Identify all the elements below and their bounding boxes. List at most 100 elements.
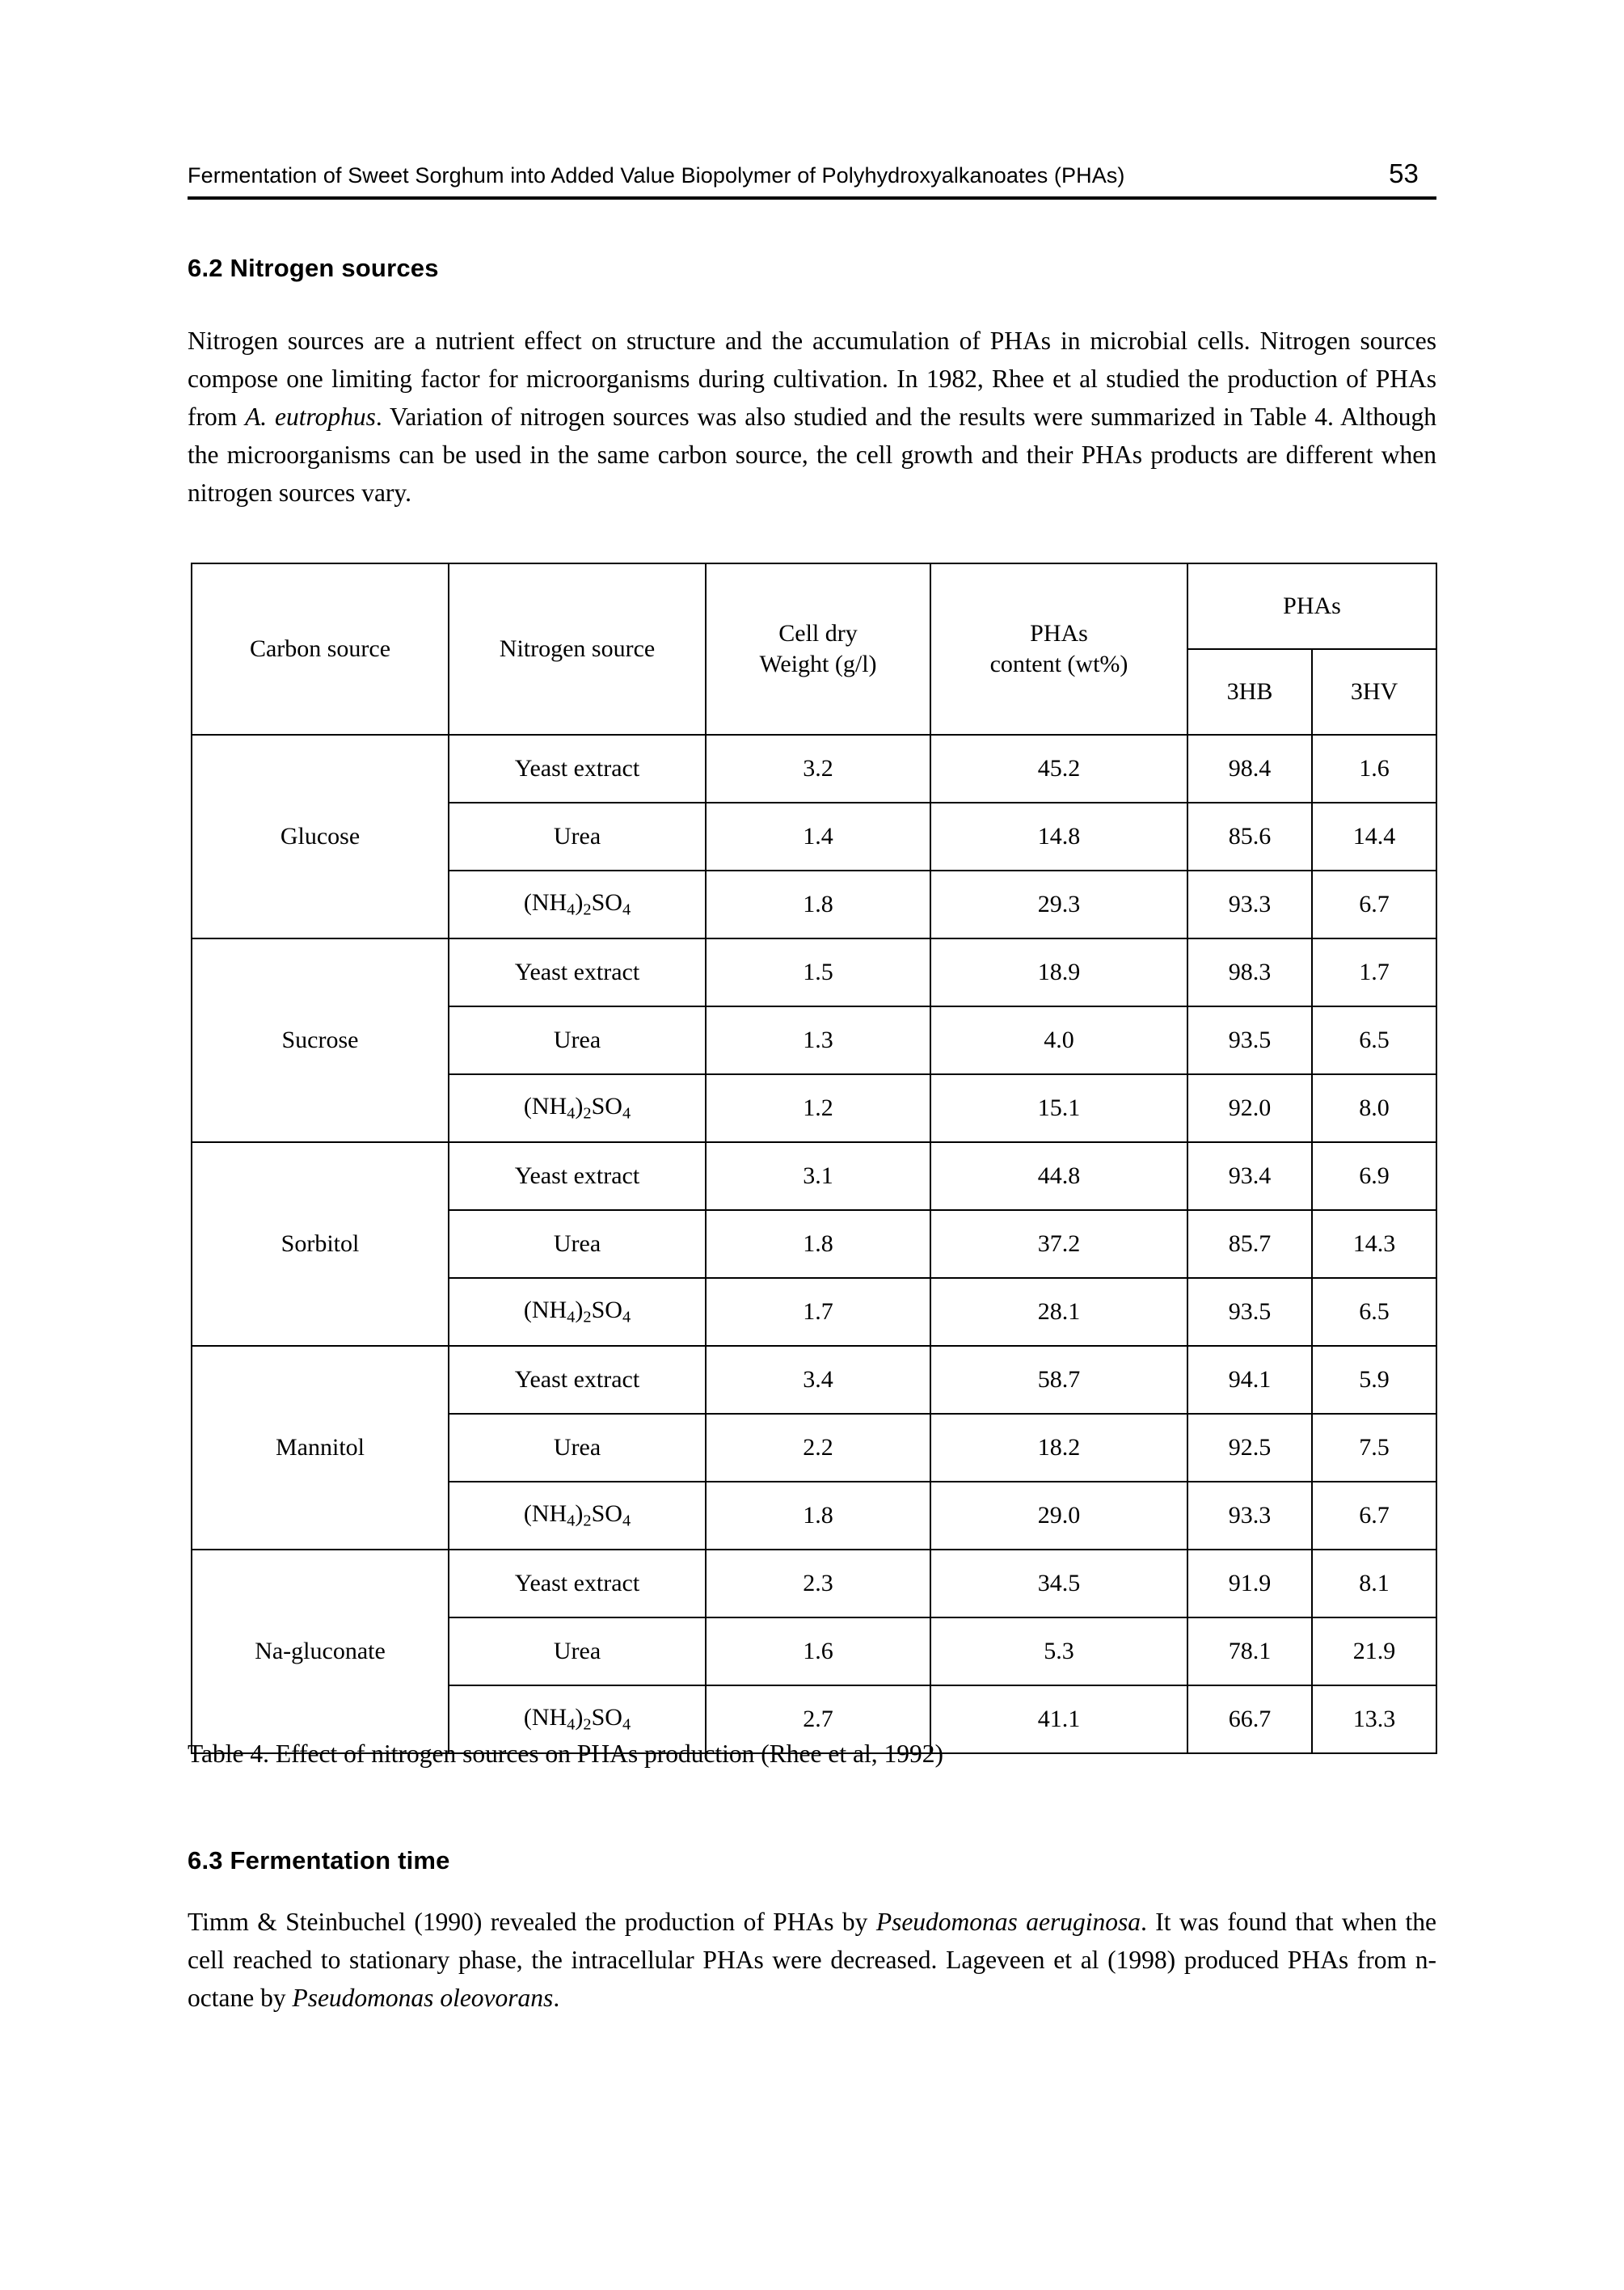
header-divider <box>188 196 1436 200</box>
column-header-cell-dry-weight-line2: Weight (g/l) <box>759 651 877 677</box>
cell-cell-dry-weight: 2.3 <box>705 1549 931 1618</box>
nitrogen-sources-table: Carbon source Nitrogen source Cell dry W… <box>191 563 1438 1754</box>
cell-cell-dry-weight: 1.4 <box>705 802 931 871</box>
cell-nitrogen-source: (NH4)2SO4 <box>448 870 707 939</box>
table-caption: Table 4. Effect of nitrogen sources on P… <box>188 1740 943 1768</box>
cell-cell-dry-weight: 1.6 <box>705 1617 931 1686</box>
paragraph-nitrogen-sources: Nitrogen sources are a nutrient effect o… <box>188 326 1436 507</box>
cell-phas-3hv: 6.9 <box>1310 1141 1438 1211</box>
table-header: Carbon source Nitrogen source Cell dry W… <box>191 563 1438 736</box>
cell-phas-content: 29.0 <box>930 1481 1188 1550</box>
table-row: Mannitol Yeast extract 3.4 58.7 94.1 5.9 <box>191 1345 1438 1550</box>
cell-nitrogen-source: Yeast extract <box>448 1345 707 1415</box>
cell-cell-dry-weight: 1.8 <box>705 1481 931 1550</box>
cell-phas-content: 44.8 <box>930 1141 1188 1211</box>
cell-phas-content: 28.1 <box>930 1277 1188 1347</box>
cell-nitrogen-source: Urea <box>448 1617 707 1686</box>
section-heading-6-2: 6.2 Nitrogen sources <box>188 253 439 282</box>
running-header-title: Fermentation of Sweet Sorghum into Added… <box>188 163 1125 188</box>
cell-phas-3hv: 1.7 <box>1310 938 1438 1007</box>
cell-nitrogen-source: (NH4)2SO4 <box>448 1481 707 1550</box>
cell-carbon-source: Sucrose <box>191 938 449 1143</box>
cell-phas-3hv: 6.5 <box>1310 1006 1438 1075</box>
cell-carbon-source: Glucose <box>191 734 449 939</box>
cell-carbon-source: Na-gluconate <box>191 1549 449 1754</box>
cell-phas-content: 37.2 <box>930 1209 1188 1279</box>
cell-nitrogen-source: Urea <box>448 1413 707 1482</box>
cell-phas-3hb: 92.0 <box>1187 1073 1313 1143</box>
cell-nitrogen-source: Urea <box>448 1006 707 1075</box>
cell-phas-3hv: 6.7 <box>1310 870 1438 939</box>
cell-phas-3hv: 1.6 <box>1310 734 1438 803</box>
table-body: Glucose Yeast extract 3.2 45.2 98.4 1.6 Urea 1.… <box>191 734 1438 1754</box>
running-header: Fermentation of Sweet Sorghum into Added… <box>188 158 1436 189</box>
column-header-phas-content-line2: content (wt%) <box>989 651 1128 677</box>
cell-phas-3hb: 85.6 <box>1187 802 1313 871</box>
cell-phas-3hv: 6.5 <box>1310 1277 1438 1347</box>
cell-cell-dry-weight: 1.5 <box>705 938 931 1007</box>
cell-phas-content: 58.7 <box>930 1345 1188 1415</box>
paragraph-fermentation-time: Timm & Steinbuchel (1990) revealed the p… <box>188 1907 1436 2012</box>
cell-phas-3hv: 8.0 <box>1310 1073 1438 1143</box>
column-header-cell-dry-weight: Cell dry Weight (g/l) <box>705 563 931 736</box>
table-row: Na-gluconate Yeast extract 2.3 34.5 91.9 8.1 <box>191 1549 1438 1754</box>
cell-phas-3hv: 14.3 <box>1310 1209 1438 1279</box>
cell-nitrogen-source: Yeast extract <box>448 734 707 803</box>
cell-phas-3hb: 94.1 <box>1187 1345 1313 1415</box>
cell-cell-dry-weight: 1.2 <box>705 1073 931 1143</box>
cell-phas-3hv: 21.9 <box>1310 1617 1438 1686</box>
table-row: Sucrose Yeast extract 1.5 18.9 98.3 1.7 <box>191 938 1438 1143</box>
cell-phas-3hb: 92.5 <box>1187 1413 1313 1482</box>
cell-phas-content: 18.9 <box>930 938 1188 1007</box>
cell-carbon-source: Sorbitol <box>191 1141 449 1347</box>
cell-phas-3hb: 93.5 <box>1187 1006 1313 1075</box>
column-header-phas-group: PHAs <box>1186 563 1438 650</box>
section-heading-6-3: 6.3 Fermentation time <box>188 1845 450 1875</box>
cell-phas-content: 45.2 <box>930 734 1188 803</box>
table-header-row-1: Carbon source Nitrogen source Cell dry W… <box>191 563 1438 736</box>
cell-cell-dry-weight: 1.3 <box>705 1006 931 1075</box>
column-header-cell-dry-weight-line1: Cell dry <box>778 620 858 647</box>
cell-phas-3hb: 98.3 <box>1187 938 1313 1007</box>
cell-phas-3hb: 78.1 <box>1187 1617 1313 1686</box>
table-row: Glucose Yeast extract 3.2 45.2 98.4 1.6 <box>191 734 1438 939</box>
cell-cell-dry-weight: 2.2 <box>705 1413 931 1482</box>
cell-phas-3hb: 91.9 <box>1187 1549 1313 1618</box>
column-header-carbon-source: Carbon source <box>191 563 449 736</box>
cell-cell-dry-weight: 1.8 <box>705 870 931 939</box>
cell-nitrogen-source: (NH4)2SO4 <box>448 1073 707 1143</box>
cell-phas-content: 29.3 <box>930 870 1188 939</box>
column-header-nitrogen-source: Nitrogen source <box>448 563 707 736</box>
cell-phas-3hb: 93.3 <box>1187 1481 1313 1550</box>
cell-nitrogen-source: Yeast extract <box>448 1141 707 1211</box>
cell-nitrogen-source: Yeast extract <box>448 938 707 1007</box>
cell-carbon-source: Mannitol <box>191 1345 449 1550</box>
table-row: Sorbitol Yeast extract 3.1 44.8 93.4 6.9 <box>191 1141 1438 1347</box>
cell-phas-3hb: 85.7 <box>1187 1209 1313 1279</box>
cell-nitrogen-source: (NH4)2SO4 <box>448 1277 707 1347</box>
cell-phas-3hv: 8.1 <box>1310 1549 1438 1618</box>
cell-phas-content: 15.1 <box>930 1073 1188 1143</box>
cell-phas-content: 5.3 <box>930 1617 1188 1686</box>
column-header-3hb: 3HB <box>1187 648 1313 736</box>
cell-phas-3hb: 93.5 <box>1187 1277 1313 1347</box>
column-header-3hv: 3HV <box>1310 648 1438 736</box>
cell-phas-content: 14.8 <box>930 802 1188 871</box>
cell-phas-3hv: 7.5 <box>1310 1413 1438 1482</box>
cell-phas-3hb: 98.4 <box>1187 734 1313 803</box>
cell-phas-3hv: 5.9 <box>1310 1345 1438 1415</box>
column-header-phas-content: PHAs content (wt%) <box>930 563 1188 736</box>
cell-phas-content: 4.0 <box>930 1006 1188 1075</box>
document-page: Fermentation of Sweet Sorghum into Added… <box>0 0 1624 2290</box>
cell-phas-content: 18.2 <box>930 1413 1188 1482</box>
cell-nitrogen-source: Yeast extract <box>448 1549 707 1618</box>
column-header-phas-content-line1: PHAs <box>1030 620 1088 647</box>
cell-cell-dry-weight: 3.4 <box>705 1345 931 1415</box>
cell-phas-3hb: 93.3 <box>1187 870 1313 939</box>
cell-nitrogen-source: Urea <box>448 802 707 871</box>
cell-phas-content: 34.5 <box>930 1549 1188 1618</box>
cell-cell-dry-weight: 1.7 <box>705 1277 931 1347</box>
cell-phas-3hv: 6.7 <box>1310 1481 1438 1550</box>
cell-cell-dry-weight: 3.1 <box>705 1141 931 1211</box>
table-4-container: Carbon source Nitrogen source Cell dry W… <box>191 563 1438 1754</box>
